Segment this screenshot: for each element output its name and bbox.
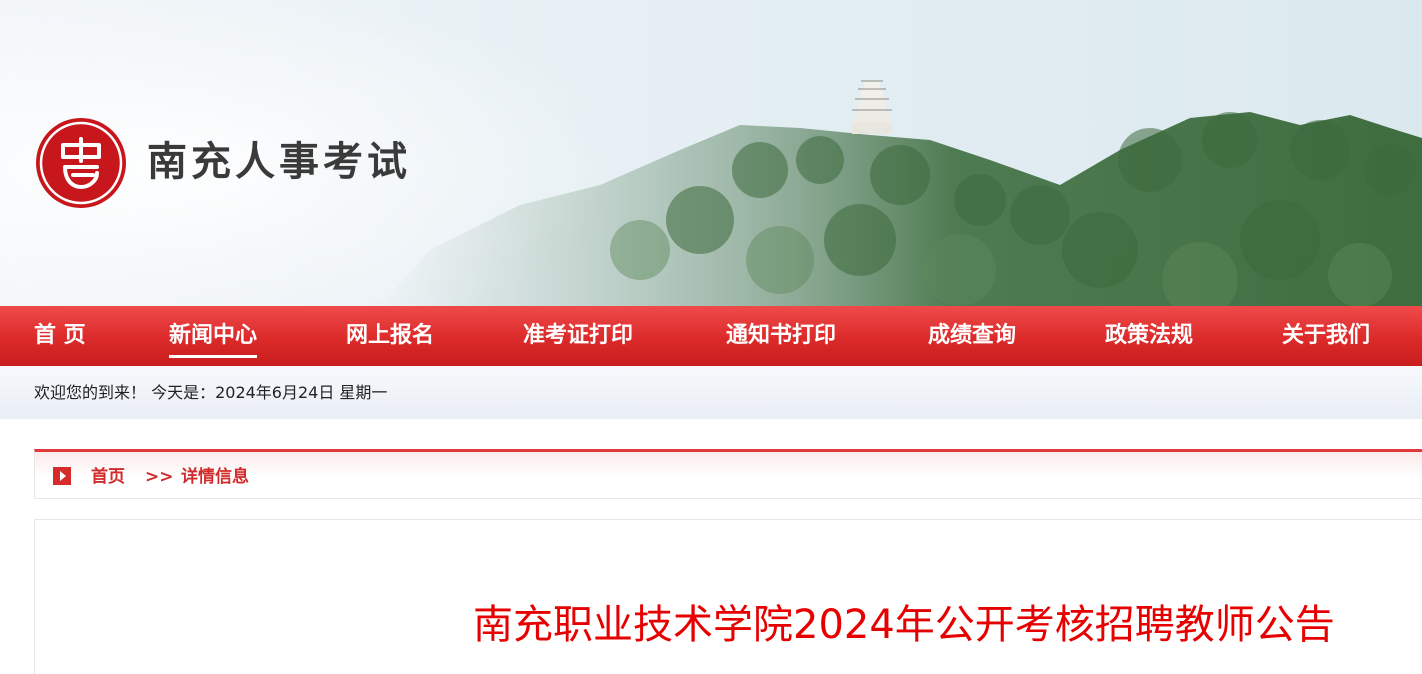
breadcrumb: 首页 >> 详情信息 (34, 449, 1422, 499)
nav-item-notice-print[interactable]: 通知书打印 (726, 306, 836, 366)
site-title: 南充人事考试 (147, 139, 411, 185)
pagoda-icon (852, 80, 892, 134)
nanchong-seal-logo-icon (35, 117, 127, 209)
article-container (34, 519, 1422, 674)
breadcrumb-home-link[interactable]: 首页 (91, 452, 125, 502)
nav-item-news[interactable]: 新闻中心 (169, 306, 258, 366)
nav-item-admission-ticket[interactable]: 准考证打印 (523, 306, 633, 366)
nav-item-about-us[interactable]: 关于我们 (1282, 306, 1370, 366)
welcome-date-text: 欢迎您的到来！ 今天是：2024年6月24日 星期一 (34, 383, 388, 402)
nav-item-online-registration[interactable]: 网上报名 (346, 306, 434, 366)
nav-item-policy[interactable]: 政策法规 (1105, 306, 1193, 366)
main-nav: 首 页 新闻中心 网上报名 准考证打印 通知书打印 成绩查询 政策法规 关于我们 (0, 306, 1422, 366)
header-banner: 南充人事考试 (0, 0, 1422, 306)
breadcrumb-current: 详情信息 (181, 467, 249, 487)
welcome-bar: 欢迎您的到来！ 今天是：2024年6月24日 星期一 (0, 366, 1422, 419)
breadcrumb-separator: >> (145, 467, 174, 487)
nav-item-home[interactable]: 首 页 (34, 306, 86, 366)
play-arrow-icon (53, 467, 71, 485)
article-title: 南充职业技术学院2024年公开考核招聘教师公告 (473, 602, 1335, 648)
nav-item-score-query[interactable]: 成绩查询 (928, 306, 1016, 366)
